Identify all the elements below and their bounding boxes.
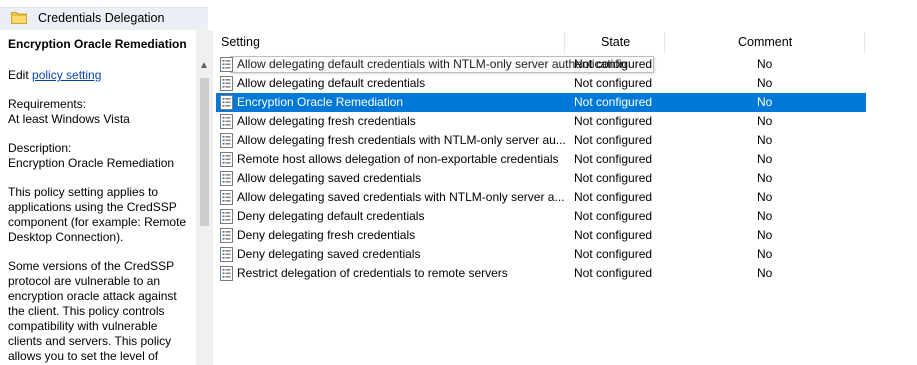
policy-setting-icon <box>220 266 233 281</box>
table-row[interactable]: Allow delegating fresh credentials with … <box>216 131 866 150</box>
policy-setting-icon <box>220 171 233 186</box>
column-divider[interactable] <box>564 32 565 54</box>
setting-state: Not configured <box>574 152 653 166</box>
description-heading: Encryption Oracle Remediation <box>8 37 187 51</box>
table-row[interactable]: Deny delegating saved credentials Not con… <box>216 245 866 264</box>
setting-state: Not configured <box>574 114 653 128</box>
description-value: Encryption Oracle Remediation <box>8 156 175 170</box>
setting-state: Not configured <box>574 76 653 90</box>
column-divider[interactable] <box>664 32 665 54</box>
description-pane: Encryption Oracle Remediation Edit polic… <box>0 30 196 365</box>
setting-name: Deny delegating saved credentials <box>237 247 421 261</box>
setting-state: Not configured <box>574 171 653 185</box>
table-row[interactable]: Allow delegating fresh credentials Not co… <box>216 112 866 131</box>
header-bar: Credentials Delegation <box>0 0 917 30</box>
description-paragraph-2: Some versions of the CredSSP protocol ar… <box>8 259 177 363</box>
table-row[interactable]: Deny delegating fresh credentials Not con… <box>216 226 866 245</box>
scroll-up-arrow-icon[interactable]: ▲ <box>199 60 209 71</box>
policy-setting-icon <box>220 114 233 129</box>
edit-prefix: Edit <box>8 68 33 82</box>
description-label: Description: <box>8 141 72 155</box>
setting-name: Allow delegating fresh credentials <box>237 114 416 128</box>
column-header-setting[interactable]: Setting <box>221 30 260 55</box>
policy-setting-icon <box>220 57 233 72</box>
setting-state: Not configured <box>574 190 653 204</box>
setting-comment: No <box>757 266 773 280</box>
policy-setting-icon <box>220 76 233 91</box>
setting-comment: No <box>757 133 773 147</box>
setting-comment: No <box>757 152 773 166</box>
setting-name: Remote host allows delegation of non-exp… <box>237 152 559 166</box>
setting-state: Not configured <box>574 95 653 109</box>
setting-name: Allow delegating fresh credentials with … <box>237 133 566 147</box>
setting-comment: No <box>757 171 773 185</box>
setting-state: Not configured <box>574 57 653 71</box>
table-row[interactable]: Remote host allows delegation of non-exp… <box>216 150 866 169</box>
table-row[interactable]: Allow delegating default credentials wit… <box>216 55 866 74</box>
requirements-value: At least Windows Vista <box>8 112 130 126</box>
setting-name: Allow delegating saved credentials <box>237 171 422 185</box>
policy-setting-icon <box>220 228 233 243</box>
policy-setting-icon <box>220 247 233 262</box>
column-header-state[interactable]: State <box>601 30 630 55</box>
description-scrollbar[interactable]: ▲ <box>196 30 213 365</box>
table-row[interactable]: Encryption Oracle Remediation Not configu… <box>216 93 866 112</box>
policy-setting-icon <box>220 133 233 148</box>
policy-setting-icon <box>220 152 233 167</box>
setting-comment: No <box>757 190 773 204</box>
table-row[interactable]: Allow delegating saved credentials with … <box>216 188 866 207</box>
setting-comment: No <box>757 57 773 71</box>
setting-comment: No <box>757 76 773 90</box>
setting-name: Allow delegating saved credentials with … <box>237 190 565 204</box>
edit-policy-line: Edit policy setting <box>8 68 188 83</box>
setting-comment: No <box>757 247 773 261</box>
requirements-label: Requirements: <box>8 97 87 111</box>
table-row[interactable]: Restrict delegation of credentials to re… <box>216 264 866 283</box>
setting-name: Encryption Oracle Remediation <box>237 95 404 109</box>
edit-policy-setting-link[interactable]: policy setting <box>32 68 101 82</box>
setting-comment: No <box>757 114 773 128</box>
setting-name: Deny delegating fresh credentials <box>237 228 416 242</box>
setting-state: Not configured <box>574 133 653 147</box>
header-right-band <box>208 7 917 30</box>
window-title: Credentials Delegation <box>38 11 165 25</box>
setting-comment: No <box>757 228 773 242</box>
setting-name: Restrict delegation of credentials to re… <box>237 266 508 280</box>
policy-setting-icon <box>220 95 233 110</box>
requirements-block: Requirements: At least Windows Vista <box>8 97 188 127</box>
description-paragraph-1: This policy setting applies to applicati… <box>8 185 187 244</box>
setting-state: Not configured <box>574 247 653 261</box>
column-header-comment[interactable]: Comment <box>738 30 792 55</box>
policy-setting-icon <box>220 190 233 205</box>
setting-state: Not configured <box>574 266 653 280</box>
setting-state: Not configured <box>574 209 653 223</box>
policy-setting-icon <box>220 209 233 224</box>
setting-comment: No <box>757 95 773 109</box>
setting-name: Allow delegating default credentials <box>237 76 426 90</box>
table-row[interactable]: Deny delegating default credentials Not c… <box>216 207 866 226</box>
setting-state: Not configured <box>574 228 653 242</box>
column-divider[interactable] <box>864 32 865 54</box>
description-block: Description: Encryption Oracle Remediati… <box>8 141 188 171</box>
setting-name: Deny delegating default credentials <box>237 209 425 223</box>
folder-icon <box>11 12 27 24</box>
table-row[interactable]: Allow delegating saved credentials Not co… <box>216 169 866 188</box>
table-row[interactable]: Allow delegating default credentials Not … <box>216 74 866 93</box>
setting-comment: No <box>757 209 773 223</box>
scrollbar-thumb[interactable] <box>200 78 209 226</box>
